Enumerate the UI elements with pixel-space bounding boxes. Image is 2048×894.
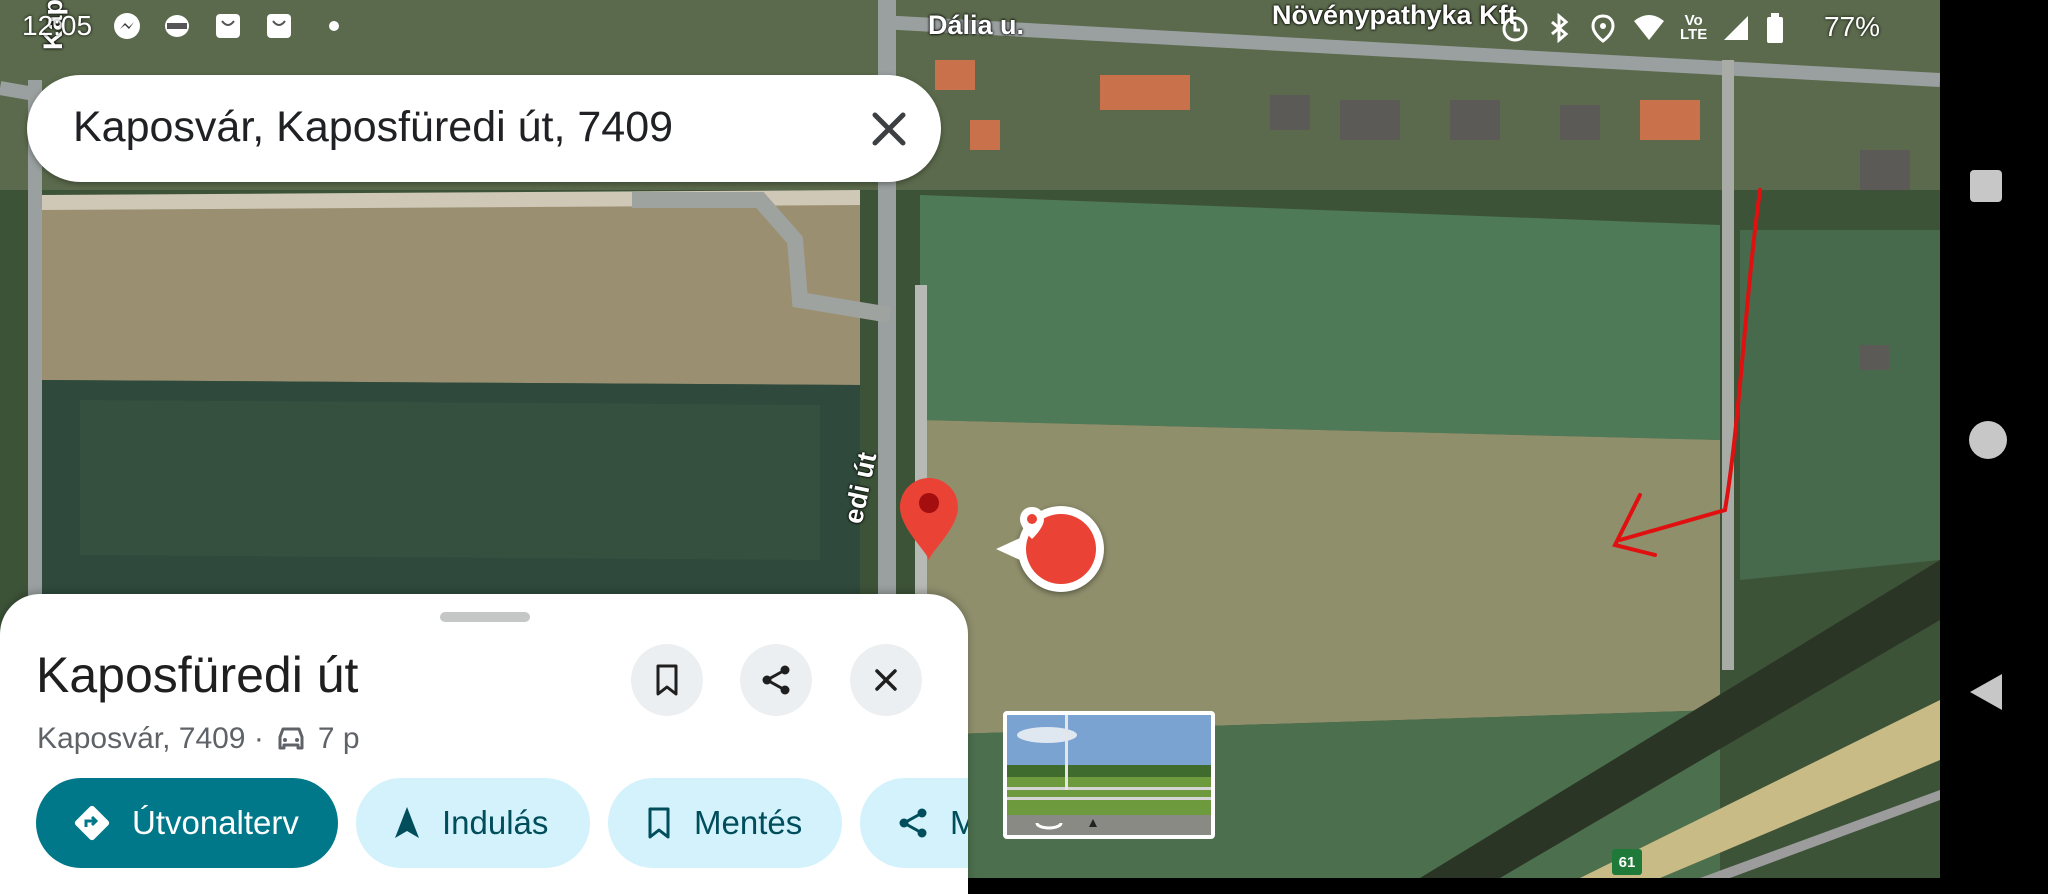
navigation-arrow-icon bbox=[395, 807, 419, 838]
save-button[interactable]: Mentés bbox=[608, 778, 842, 868]
car-icon bbox=[278, 727, 304, 750]
burger-king-icon bbox=[165, 15, 189, 37]
search-query[interactable]: Kaposvár, Kaposfüredi út, 7409 bbox=[73, 103, 673, 152]
recents-button[interactable] bbox=[1968, 168, 2004, 204]
alarm-icon bbox=[1502, 16, 1528, 42]
battery-icon bbox=[1767, 13, 1784, 43]
place-location-button[interactable] bbox=[996, 506, 1104, 592]
directions-button[interactable]: Útvonalterv bbox=[36, 778, 338, 868]
status-icons: Vo LTE bbox=[1500, 8, 1785, 48]
bookmark-icon bbox=[648, 807, 670, 839]
volte-lte-icon: Vo LTE bbox=[1680, 12, 1708, 43]
directions-label: Útvonalterv bbox=[132, 804, 299, 841]
place-bottom-sheet[interactable]: Kaposfüredi út Kaposvár, 7409 · 7 p Útvo… bbox=[0, 594, 968, 894]
save-label: Mentés bbox=[694, 804, 803, 841]
search-box[interactable]: Kaposvár, Kaposfüredi út, 7409 bbox=[27, 75, 941, 182]
share-label: M bbox=[950, 804, 968, 841]
location-icon bbox=[1591, 14, 1615, 43]
shopping-bag-icon bbox=[216, 14, 240, 38]
battery-percent: 77% bbox=[1824, 11, 1881, 42]
travel-time: 7 p bbox=[317, 722, 360, 755]
road-number-shield: 61 bbox=[1612, 849, 1642, 875]
close-icon bbox=[875, 669, 897, 691]
signal-icon bbox=[1724, 16, 1749, 40]
bluetooth-icon bbox=[1551, 13, 1569, 43]
status-time: 12:05 bbox=[22, 10, 93, 41]
share-chip-button[interactable]: M bbox=[860, 778, 968, 868]
wifi-icon bbox=[1634, 15, 1664, 40]
place-title: Kaposfüredi út bbox=[36, 647, 359, 703]
share-icon bbox=[762, 665, 790, 695]
share-button[interactable] bbox=[740, 644, 812, 716]
share-icon bbox=[899, 808, 927, 838]
bookmark-button[interactable] bbox=[631, 644, 703, 716]
place-subtitle: Kaposvár, 7409 · 7 p bbox=[37, 722, 360, 756]
bookmark-icon bbox=[656, 664, 678, 696]
street-view-image bbox=[1007, 715, 1211, 835]
street-view-thumbnail[interactable] bbox=[1003, 711, 1215, 839]
drag-handle[interactable] bbox=[440, 612, 530, 622]
close-sheet-button[interactable] bbox=[850, 644, 922, 716]
back-button[interactable] bbox=[1968, 672, 2004, 712]
start-label: Indulás bbox=[442, 804, 549, 841]
messenger-icon bbox=[114, 13, 140, 39]
dot-icon bbox=[329, 21, 339, 31]
place-city: Kaposvár, 7409 · bbox=[37, 722, 264, 755]
system-navigation-bar bbox=[1940, 0, 2048, 878]
shopping-bag-icon bbox=[267, 14, 291, 38]
directions-icon bbox=[74, 805, 110, 841]
close-icon[interactable] bbox=[865, 105, 913, 153]
location-pin-icon bbox=[1020, 507, 1044, 539]
start-navigation-button[interactable]: Indulás bbox=[356, 778, 590, 868]
home-button[interactable] bbox=[1968, 420, 2008, 460]
status-bar: 12:05 Vo LTE 77% bbox=[0, 0, 1940, 52]
